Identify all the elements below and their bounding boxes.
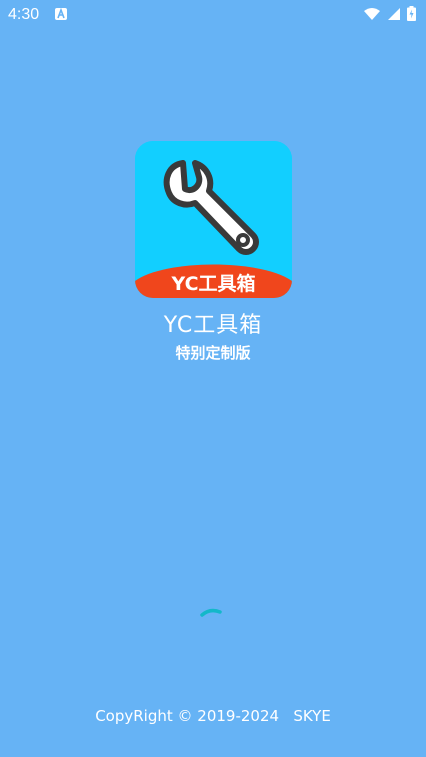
a-letter-notification-icon [55, 8, 67, 20]
status-time: 4:30 [8, 6, 40, 23]
wifi-icon [363, 6, 381, 25]
app-logo: YC工具箱 [135, 141, 292, 298]
battery-charging-icon [407, 6, 416, 25]
icon-banner-text: YC工具箱 [170, 272, 255, 295]
status-bar: 4:30 [0, 0, 426, 30]
app-title: YC工具箱 [163, 313, 263, 338]
copyright-text: CopyRight © 2019-2024 SKYE [95, 707, 331, 725]
loading-spinner-icon [198, 605, 224, 621]
cell-signal-icon [387, 6, 401, 25]
app-subtitle: 特别定制版 [175, 344, 251, 362]
status-icons [363, 6, 416, 25]
